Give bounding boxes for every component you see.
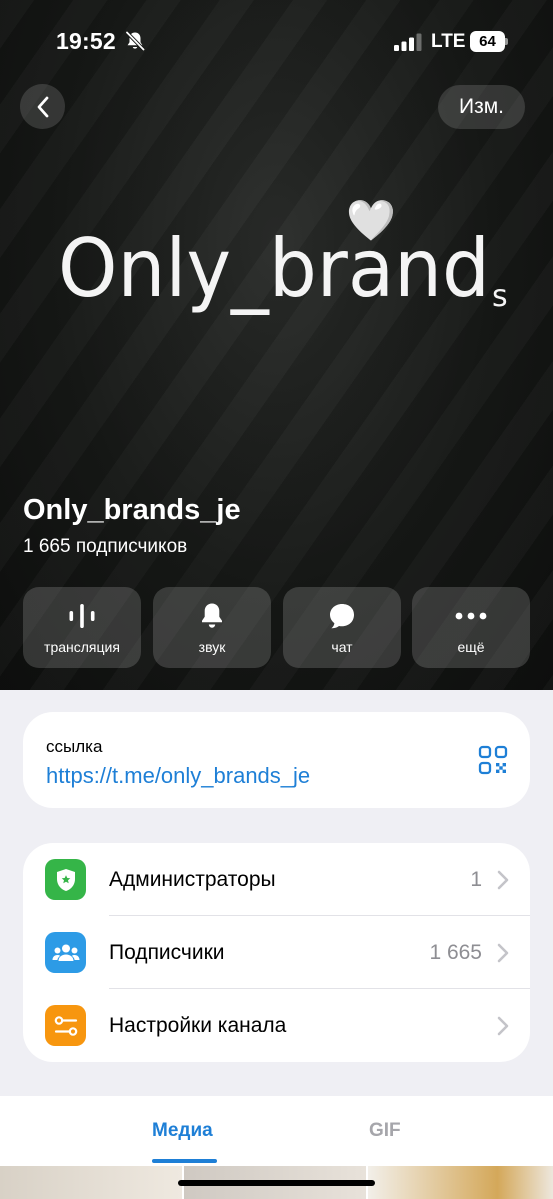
chevron-right-icon	[497, 1016, 509, 1036]
people-icon	[45, 932, 86, 973]
sound-button[interactable]: звук	[153, 587, 271, 668]
channel-link[interactable]: https://t.me/only_brands_je	[46, 763, 310, 789]
menu-item-subscribers[interactable]: Подписчики 1 665	[23, 916, 530, 989]
status-time: 19:52	[56, 28, 116, 54]
signal-icon	[394, 33, 422, 51]
channel-logo: 🤍 Only_brand s	[58, 198, 508, 315]
chat-label: чат	[331, 639, 353, 655]
bell-icon	[202, 603, 222, 628]
chat-button[interactable]: чат	[283, 587, 401, 668]
bell-muted-icon	[125, 31, 145, 51]
admin-count: 1	[470, 868, 482, 891]
menu-item-administrators[interactable]: Администраторы 1	[23, 843, 530, 916]
edit-button[interactable]: Изм.	[438, 85, 525, 129]
media-thumbnail[interactable]	[368, 1166, 553, 1199]
link-label: ссылка	[46, 737, 103, 756]
back-button[interactable]	[20, 84, 65, 129]
media-thumbnail[interactable]	[0, 1166, 182, 1199]
subscribers-count: 1 665	[429, 941, 482, 964]
chat-bubble-icon	[330, 604, 354, 629]
network-type: LTE	[431, 31, 466, 52]
tab-gif[interactable]: GIF	[369, 1120, 401, 1142]
status-bar: 19:52 LTE 64	[0, 0, 553, 80]
menu-item-channel-settings[interactable]: Настройки канала	[23, 989, 530, 1062]
admin-badge-icon	[45, 859, 86, 900]
link-card: ссылка https://t.me/only_brands_je	[23, 712, 530, 808]
channel-menu: Администраторы 1 Подписчики 1 665 Настро…	[23, 843, 530, 1062]
chevron-right-icon	[497, 870, 509, 890]
qr-code-icon[interactable]	[478, 745, 508, 775]
chevron-right-icon	[497, 943, 509, 963]
sound-label: звук	[198, 639, 226, 655]
logo-subscript: s	[492, 279, 508, 314]
tab-media[interactable]: Медиа	[152, 1120, 213, 1142]
active-tab-indicator	[152, 1159, 217, 1163]
logo-text: Only_brand	[58, 222, 490, 315]
menu-item-label: Подписчики	[109, 941, 225, 964]
menu-item-label: Настройки канала	[109, 1014, 287, 1037]
more-dots-icon	[455, 612, 487, 620]
battery-indicator: 64	[470, 31, 508, 52]
subscriber-count: 1 665 подписчиков	[23, 536, 188, 557]
more-button[interactable]: ещё	[412, 587, 530, 668]
more-label: ещё	[457, 639, 485, 655]
battery-cap	[505, 38, 508, 45]
stream-label: трансляция	[44, 639, 120, 655]
battery-level: 64	[470, 31, 505, 52]
media-tabs: Медиа GIF	[0, 1096, 553, 1166]
home-indicator	[178, 1180, 375, 1186]
waveform-icon	[69, 604, 95, 628]
menu-item-label: Администраторы	[109, 868, 276, 891]
channel-name: Only_brands_je	[23, 494, 241, 526]
chevron-left-icon	[37, 96, 48, 117]
sliders-icon	[45, 1005, 86, 1046]
stream-button[interactable]: трансляция	[23, 587, 141, 668]
